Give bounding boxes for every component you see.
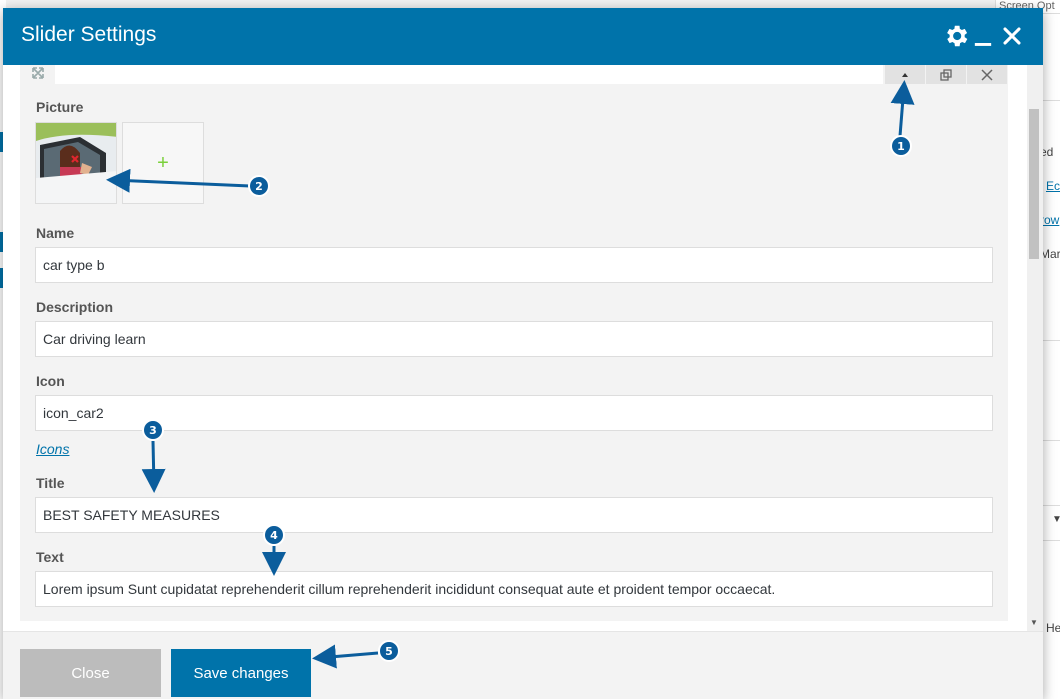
background-text: He xyxy=(1046,621,1060,635)
annotation-badge-4: 4 xyxy=(263,524,285,546)
close-icon xyxy=(981,68,993,81)
scrollbar-thumb[interactable] xyxy=(1029,109,1039,259)
remove-item-button[interactable] xyxy=(967,65,1007,84)
collapse-button[interactable] xyxy=(885,65,925,84)
annotation-badge-5: 5 xyxy=(378,640,400,662)
name-label: Name xyxy=(36,225,75,241)
picture-label: Picture xyxy=(36,99,84,115)
duplicate-button[interactable] xyxy=(926,65,966,84)
background-text: Mar xyxy=(1040,247,1060,261)
icons-link[interactable]: Icons xyxy=(36,441,69,457)
description-input[interactable] xyxy=(35,321,993,357)
modal-footer: Close Save changes xyxy=(3,631,1043,699)
save-changes-button[interactable]: Save changes xyxy=(171,649,311,697)
close-button[interactable]: Close xyxy=(20,649,161,697)
annotation-badge-2: 2 xyxy=(248,175,270,197)
plus-icon: + xyxy=(157,151,169,174)
slide-item-panel: Picture + Name car type b Description Ca… xyxy=(20,65,1008,621)
panel-toolbar-bar xyxy=(55,65,883,84)
annotation-badge-1: 1 xyxy=(890,135,912,157)
text-input[interactable] xyxy=(35,571,993,607)
icon-label: Icon xyxy=(36,373,65,389)
icon-input[interactable] xyxy=(35,395,993,431)
gear-icon[interactable] xyxy=(942,22,970,50)
title-input[interactable] xyxy=(35,497,993,533)
modal-title: Slider Settings xyxy=(21,23,157,46)
car-photo-image xyxy=(36,123,116,203)
title-label: Title xyxy=(36,475,65,491)
description-label: Description xyxy=(36,299,114,315)
background-link[interactable]: Ec xyxy=(1046,179,1060,193)
chevron-down-icon[interactable]: ▼ xyxy=(1052,514,1060,525)
name-input[interactable] xyxy=(35,247,993,283)
slider-settings-modal: Slider Settings ▼ Picture + Name car typ… xyxy=(3,8,1043,699)
scroll-down-icon[interactable]: ▼ xyxy=(1030,618,1038,627)
text-label: Text xyxy=(36,549,64,565)
minimize-icon[interactable] xyxy=(969,22,997,50)
modal-body: ▼ Picture + Name car type b Description … xyxy=(3,65,1043,631)
expand-icon[interactable] xyxy=(30,65,46,81)
annotation-badge-3: 3 xyxy=(142,419,164,441)
caret-up-icon xyxy=(902,72,908,77)
close-icon[interactable] xyxy=(998,22,1026,50)
add-picture-button[interactable]: + xyxy=(122,122,204,204)
picture-thumbnail[interactable] xyxy=(35,122,117,204)
modal-header: Slider Settings xyxy=(3,8,1043,65)
copy-icon xyxy=(940,68,952,81)
panel-toolbar xyxy=(20,65,1008,84)
